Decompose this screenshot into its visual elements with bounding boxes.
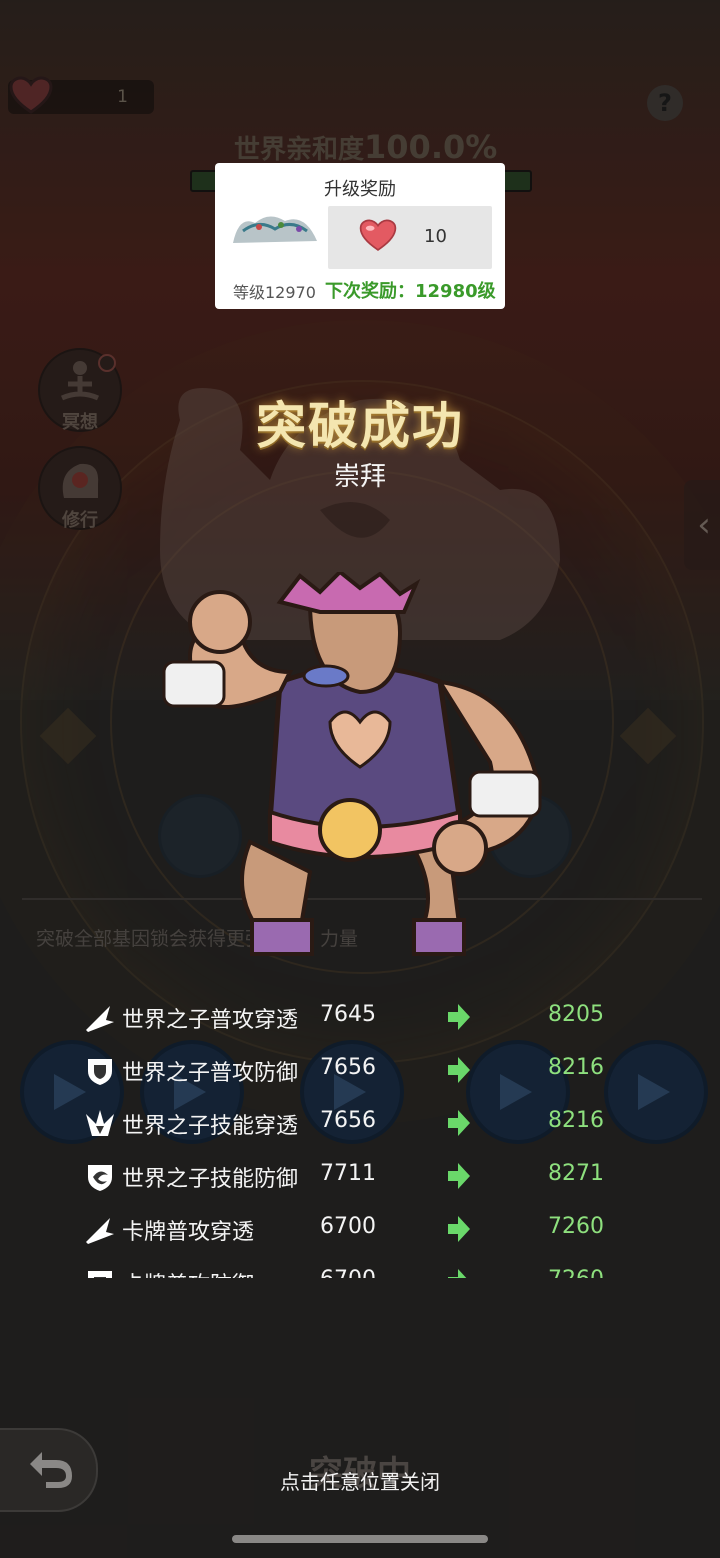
stat-name: 世界之子技能穿透 xyxy=(122,1114,299,1139)
stat-new-value: 8271 xyxy=(548,1161,604,1186)
stat-row: 世界之子普攻穿透 7645 8205 xyxy=(84,992,644,1044)
stat-row: 卡牌普攻防御 6700 7260 xyxy=(84,1257,644,1278)
stat-name: 世界之子普攻穿透 xyxy=(122,1008,299,1033)
stat-old-value: 7656 xyxy=(320,1055,376,1080)
stat-name: 世界之子技能防御 xyxy=(122,1167,299,1192)
stat-old-value: 7645 xyxy=(320,1002,376,1027)
shield-icon xyxy=(88,1059,112,1085)
arrow-right-icon xyxy=(448,1110,470,1136)
stat-old-value: 7656 xyxy=(320,1108,376,1133)
popup-title: 升级奖励 xyxy=(324,179,396,200)
shield-icon xyxy=(88,1271,112,1278)
arrow-right-icon xyxy=(448,1269,467,1278)
stat-row: 世界之子技能防御 7711 8271 xyxy=(84,1151,644,1203)
reward-quantity: 10 xyxy=(424,226,447,247)
stat-change-list: 世界之子普攻穿透 7645 8205 世界之子普攻防御 7656 8216 世界… xyxy=(84,992,644,1278)
stat-name: 卡牌普攻防御 xyxy=(122,1267,254,1278)
character-illustration xyxy=(162,572,543,956)
heart-icon xyxy=(359,219,397,251)
stat-row: 世界之子普攻防御 7656 8216 xyxy=(84,1045,644,1097)
pierce-icon xyxy=(86,1218,114,1244)
arrow-right-icon xyxy=(448,1163,470,1189)
upgrade-reward-popup: 升级奖励 10 等级12970 下次奖励：12980级 xyxy=(215,163,505,309)
stat-new-value: 7260 xyxy=(548,1267,604,1278)
stat-new-value: 8205 xyxy=(548,1002,604,1027)
arrow-right-icon xyxy=(448,1057,470,1083)
home-indicator[interactable] xyxy=(232,1535,488,1543)
reward-item: 10 xyxy=(328,206,492,269)
skill-pierce-icon xyxy=(86,1110,114,1136)
stat-name: 世界之子普攻防御 xyxy=(122,1061,299,1086)
next-reward: 下次奖励：12980级 xyxy=(325,281,496,302)
skill-shield-icon xyxy=(88,1165,112,1191)
tap-to-close-hint: 点击任意位置关闭 xyxy=(280,1470,440,1494)
stat-new-value: 8216 xyxy=(548,1055,604,1080)
stat-row: 卡牌普攻穿透 6700 7260 xyxy=(84,1204,644,1256)
stat-old-value: 6700 xyxy=(320,1214,376,1239)
pierce-icon xyxy=(86,1006,114,1032)
reward-thumbnail xyxy=(233,216,317,243)
arrow-right-icon xyxy=(448,1004,470,1030)
arrow-right-icon xyxy=(448,1216,470,1242)
stat-row: 世界之子技能穿透 7656 8216 xyxy=(84,1098,644,1150)
breakthrough-title: 突破成功 xyxy=(256,397,464,455)
stat-name: 卡牌普攻穿透 xyxy=(122,1220,255,1245)
stat-new-value: 7260 xyxy=(548,1214,604,1239)
stat-new-value: 8216 xyxy=(548,1108,604,1133)
current-level: 等级12970 xyxy=(233,283,316,302)
stat-old-value: 7711 xyxy=(320,1161,376,1186)
stat-old-value: 6700 xyxy=(320,1267,376,1278)
breakthrough-subtitle: 崇拜 xyxy=(333,462,386,492)
